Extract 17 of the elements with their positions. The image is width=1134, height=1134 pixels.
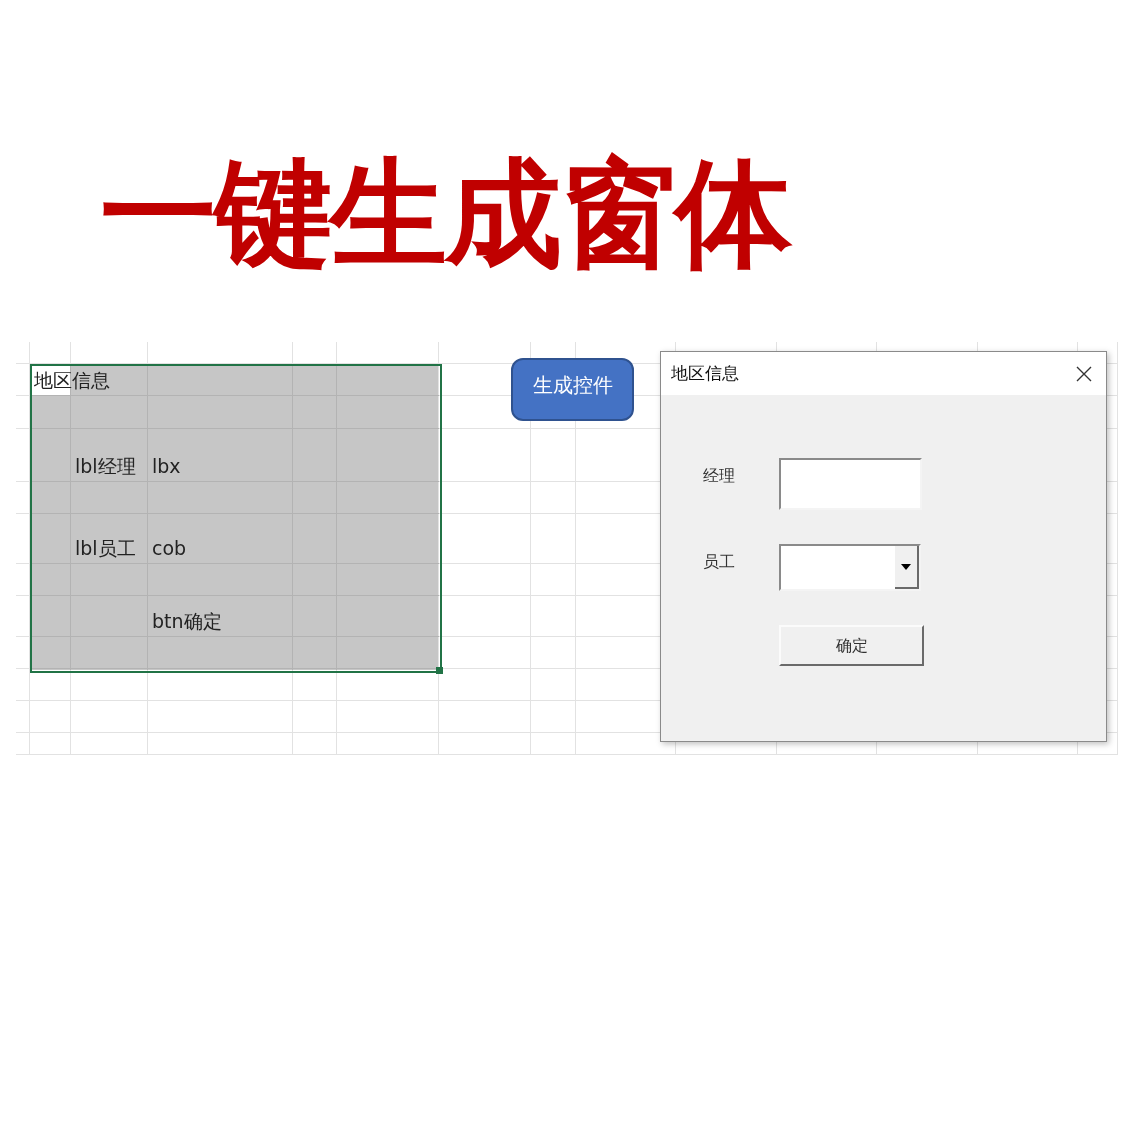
table-cell: cob bbox=[152, 539, 187, 558]
dialog-title: 地区信息 bbox=[671, 361, 739, 385]
field-label: 经理 bbox=[703, 465, 736, 487]
table-cell: lbx bbox=[152, 457, 181, 476]
ok-button[interactable]: 确定 bbox=[779, 625, 924, 666]
table-cell: lbl经理 bbox=[75, 457, 136, 476]
field-label: 员工 bbox=[703, 551, 736, 573]
table-cell: 地区信息 bbox=[34, 371, 110, 390]
table-cell: lbl员工 bbox=[75, 539, 136, 558]
table-cell: btn确定 bbox=[152, 612, 222, 631]
fill-handle[interactable] bbox=[436, 667, 443, 674]
dropdown-caret-icon[interactable] bbox=[901, 563, 911, 570]
dropdown-field[interactable] bbox=[779, 544, 921, 591]
generate-controls-button[interactable]: 生成控件 bbox=[511, 358, 634, 421]
headline: 一键生成窗体 bbox=[0, 0, 1134, 342]
close-icon[interactable] bbox=[1076, 365, 1092, 382]
text-input-field[interactable] bbox=[779, 458, 922, 510]
